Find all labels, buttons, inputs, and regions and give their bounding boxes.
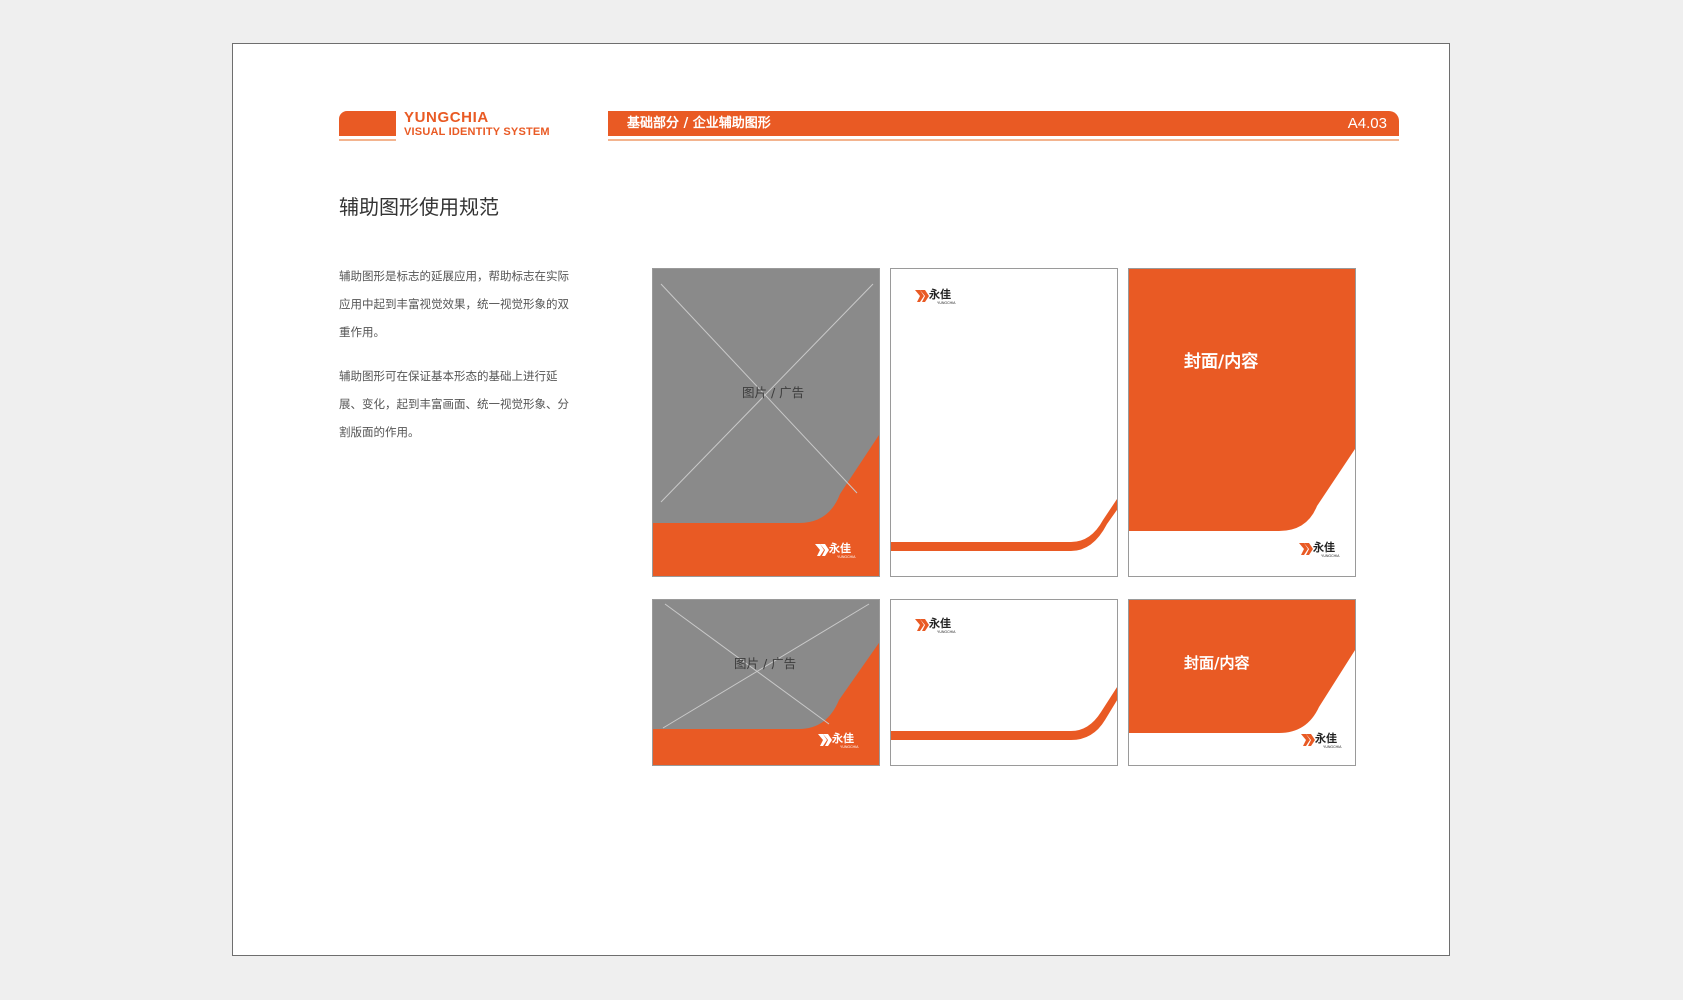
logo-en-text: YUNGCHIA <box>840 745 859 749</box>
logo-cn-text: 永佳 <box>929 617 951 630</box>
brand-tab-shape <box>339 111 396 141</box>
logo-cn-text: 永佳 <box>929 288 951 301</box>
brand-subtitle: VISUAL IDENTITY SYSTEM <box>404 126 550 138</box>
brand-name: YUNGCHIA <box>404 109 489 126</box>
logo-en-text: YUNGCHIA <box>837 555 856 559</box>
breadcrumb: 基础部分 / 企业辅助图形 <box>627 116 771 131</box>
yungchia-chevron-logo-icon <box>1301 734 1315 746</box>
mockup-letterhead-portrait: 永佳 YUNGCHIA <box>890 268 1118 577</box>
logo-cn-text: 永佳 <box>832 732 854 745</box>
yungchia-chevron-logo-icon <box>915 619 929 631</box>
yungchia-chevron-logo-icon <box>818 734 832 746</box>
mockup-photo-landscape: 图片 / 广告 永佳 YUNGCHIA <box>652 599 880 766</box>
page-code: A4.03 <box>1347 115 1387 132</box>
logo-en-text: YUNGCHIA <box>1323 745 1342 749</box>
yungchia-chevron-logo-icon <box>1299 543 1313 555</box>
logo-en-text: YUNGCHIA <box>937 301 956 305</box>
vi-manual-page: YUNGCHIA VISUAL IDENTITY SYSTEM 基础部分 / 企… <box>232 43 1450 956</box>
logo-en-text: YUNGCHIA <box>937 630 956 634</box>
yungchia-chevron-logo-icon <box>915 290 929 302</box>
section-header-bar: 基础部分 / 企业辅助图形 A4.03 <box>608 111 1399 141</box>
section-title: 辅助图形使用规范 <box>339 195 499 219</box>
placeholder-label: 图片 / 广告 <box>742 385 805 400</box>
cover-label: 封面/内容 <box>1184 352 1259 372</box>
placeholder-label: 图片 / 广告 <box>734 656 797 671</box>
mockup-photo-portrait: 图片 / 广告 永佳 YUNGCHIA <box>652 268 880 577</box>
yungchia-chevron-logo-icon <box>815 544 829 556</box>
description-paragraph-2: 辅助图形可在保证基本形态的基础上进行延展、变化，起到丰富画面、统一视觉形象、分割… <box>339 369 569 439</box>
cover-portrait-graphic <box>1129 269 1355 576</box>
logo-cn-text: 永佳 <box>1315 732 1337 745</box>
logo-cn-text: 永佳 <box>1313 541 1335 554</box>
description-paragraph-1: 辅助图形是标志的延展应用，帮助标志在实际应用中起到丰富视觉效果，统一视觉形象的双… <box>339 269 569 339</box>
photo-portrait-graphic <box>653 269 879 576</box>
logo-cn-text: 永佳 <box>829 542 851 555</box>
cover-label: 封面/内容 <box>1184 654 1250 672</box>
mockup-letterhead-landscape: 永佳 YUNGCHIA <box>890 599 1118 766</box>
letterhead-portrait-graphic <box>891 269 1117 576</box>
logo-en-text: YUNGCHIA <box>1321 554 1340 558</box>
mockup-cover-landscape: 封面/内容 永佳 YUNGCHIA <box>1128 599 1356 766</box>
mockup-cover-portrait: 封面/内容 永佳 YUNGCHIA <box>1128 268 1356 577</box>
